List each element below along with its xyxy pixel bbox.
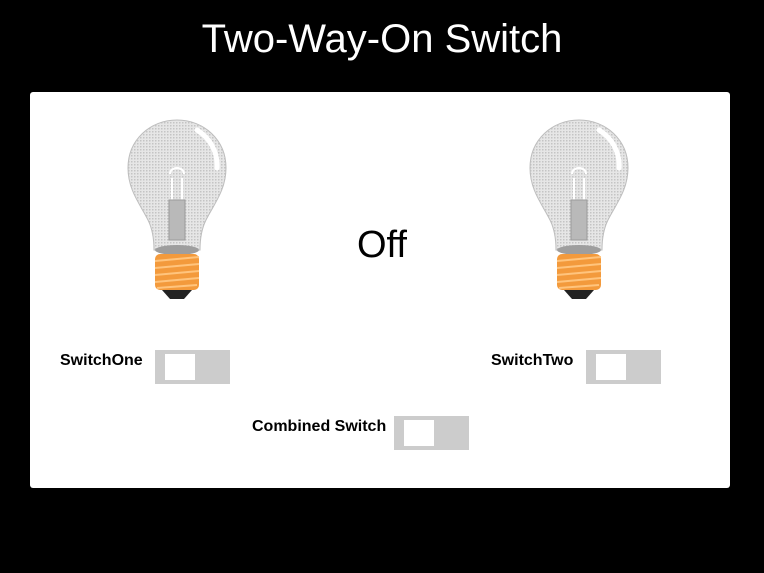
page-title: Two-Way-On Switch	[201, 17, 563, 61]
toggle-knob	[165, 354, 195, 380]
toggle-knob	[596, 354, 626, 380]
switch-two-label: SwitchTwo	[491, 352, 574, 369]
combined-switch-toggle[interactable]	[394, 416, 469, 450]
toggle-knob	[404, 420, 434, 446]
switch-one-toggle[interactable]	[155, 350, 230, 384]
switch-one-label: SwitchOne	[60, 352, 143, 369]
switch-two-toggle[interactable]	[586, 350, 661, 384]
switch-panel: Off SwitchOne SwitchTwo Combined Switch	[30, 92, 730, 488]
status-text: Off	[357, 224, 407, 266]
lightbulb-icon	[529, 119, 629, 299]
page: Two-Way-On Switch Off SwitchOne SwitchTw…	[0, 0, 764, 573]
combined-switch-label: Combined Switch	[252, 418, 387, 435]
lightbulb-icon	[127, 119, 227, 299]
